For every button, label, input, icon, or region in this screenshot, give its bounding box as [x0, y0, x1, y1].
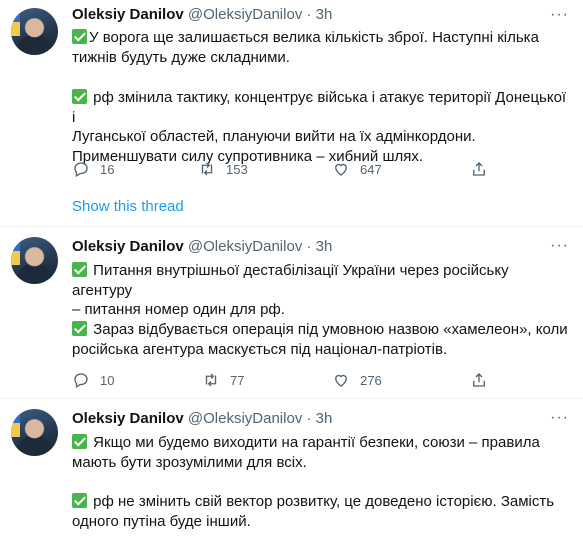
like-count: 647 [360, 161, 382, 177]
author-name[interactable]: Oleksiy Danilov [72, 6, 184, 23]
author-name[interactable]: Oleksiy Danilov [72, 410, 184, 427]
timestamp[interactable]: 3h [316, 410, 333, 427]
more-options-icon[interactable]: ··· [550, 237, 569, 255]
tweet-text: Питання внутрішньої дестабілізації Украї… [72, 262, 509, 318]
show-thread-link[interactable]: Show this thread [72, 198, 184, 215]
more-options-icon[interactable]: ··· [550, 6, 569, 24]
check-mark-icon [72, 321, 87, 336]
share-button[interactable] [470, 371, 488, 389]
author-handle[interactable]: @OleksiyDanilov [188, 410, 302, 427]
like-button[interactable]: 276 [332, 371, 382, 389]
heart-icon [335, 163, 347, 176]
like-button[interactable]: 647 [332, 160, 382, 178]
avatar[interactable] [11, 237, 58, 284]
retweet-button[interactable]: 77 [202, 371, 244, 389]
tweet-text: Зараз відбувається операція під умовною … [72, 321, 568, 358]
retweet-count: 77 [230, 372, 245, 388]
tweet-header: Oleksiy Danilov @OleksiyDanilov · 3h [72, 410, 333, 427]
heart-icon [335, 374, 347, 387]
reply-button[interactable]: 16 [72, 160, 114, 178]
reply-button[interactable]: 10 [72, 371, 114, 389]
author-handle[interactable]: @OleksiyDanilov [188, 6, 302, 23]
retweet-count: 153 [226, 161, 248, 177]
reply-count: 10 [100, 372, 115, 388]
tweet-header: Oleksiy Danilov @OleksiyDanilov · 3h [72, 6, 333, 23]
author-name[interactable]: Oleksiy Danilov [72, 238, 184, 255]
check-mark-icon [72, 434, 87, 449]
retweet-icon [205, 373, 217, 387]
timestamp[interactable]: 3h [316, 238, 333, 255]
reply-count: 16 [100, 161, 115, 177]
share-icon [473, 373, 485, 387]
check-mark-icon [72, 493, 87, 508]
retweet-icon [201, 162, 213, 176]
check-mark-icon [72, 89, 87, 104]
like-count: 276 [360, 372, 382, 388]
retweet-button[interactable]: 153 [198, 160, 248, 178]
check-mark-icon [72, 262, 87, 277]
share-button[interactable] [470, 160, 488, 178]
tweet-text: У ворога ще залишається велика кількість… [72, 29, 539, 66]
avatar[interactable] [11, 409, 58, 456]
divider [0, 398, 583, 399]
timestamp[interactable]: 3h [316, 6, 333, 23]
reply-icon [74, 162, 88, 177]
tweet-text: Якщо ми будемо виходити на гарантії безп… [72, 434, 540, 471]
reply-icon [74, 373, 88, 388]
check-mark-icon [72, 29, 87, 44]
tweet-text: рф змінила тактику, концентрує війська і… [72, 89, 567, 165]
tweet-text: рф не змінить свій вектор розвитку, це д… [72, 493, 555, 530]
divider [0, 226, 583, 227]
tweet-header: Oleksiy Danilov @OleksiyDanilov · 3h [72, 238, 333, 255]
more-options-icon[interactable]: ··· [550, 409, 569, 427]
author-handle[interactable]: @OleksiyDanilov [188, 238, 302, 255]
avatar[interactable] [11, 8, 58, 55]
share-icon [473, 162, 485, 176]
